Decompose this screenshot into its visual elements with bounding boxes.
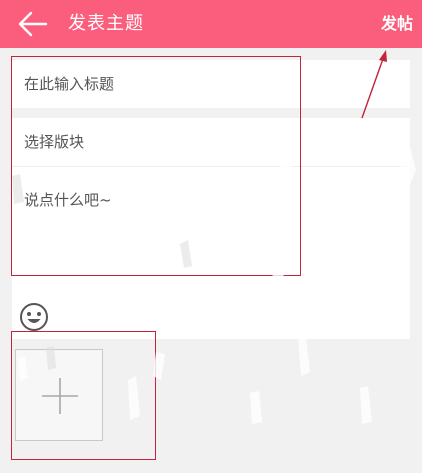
- publish-button[interactable]: 发帖: [381, 11, 413, 37]
- app-header: 发表主题 发帖: [0, 0, 422, 48]
- back-arrow-icon[interactable]: [16, 10, 48, 38]
- add-image-button[interactable]: [15, 349, 103, 441]
- title-input[interactable]: 在此输入标题: [12, 60, 410, 108]
- content-placeholder: 说点什么吧~: [24, 191, 112, 209]
- section-label: 选择版块: [24, 133, 85, 151]
- section-selector[interactable]: 选择版块: [12, 118, 410, 166]
- page-title: 发表主题: [68, 13, 144, 34]
- title-placeholder: 在此输入标题: [24, 75, 115, 93]
- plus-icon: [42, 378, 78, 414]
- content-textarea[interactable]: 说点什么吧~: [12, 166, 410, 339]
- smiley-face-icon[interactable]: [19, 302, 49, 332]
